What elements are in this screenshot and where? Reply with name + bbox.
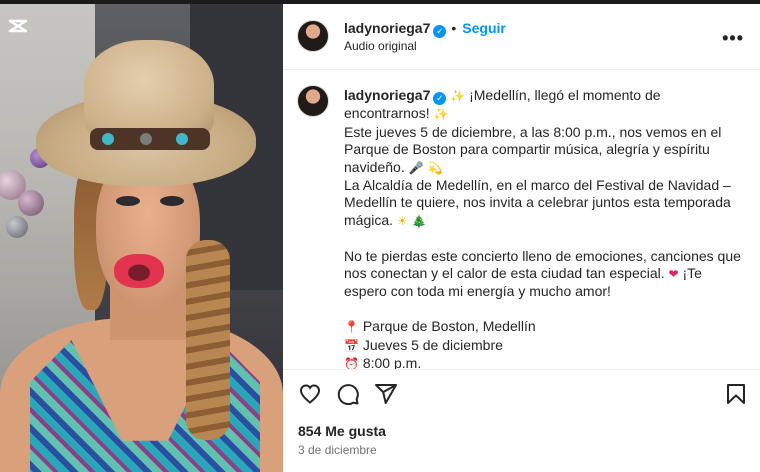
username[interactable]: ladynoriega7 bbox=[344, 20, 430, 36]
separator-dot: • bbox=[451, 20, 457, 36]
capcut-icon bbox=[8, 18, 28, 34]
event-location: Parque de Boston, Medellín bbox=[362, 318, 536, 335]
caption-paragraph-1: ladynoriega7 ✓ ✨ ¡Medellín, llegó el mome… bbox=[344, 87, 744, 124]
caption-area: ladynoriega7 ✓ ✨ ¡Medellín, llegó el mome… bbox=[283, 71, 760, 369]
cowboy-hat-crown bbox=[84, 40, 214, 140]
caption-line-4: No te pierdas este concierto lleno de em… bbox=[344, 247, 741, 282]
christmas-ornament bbox=[6, 216, 28, 238]
sparkles-icon: ✨ bbox=[450, 89, 466, 103]
comment-icon[interactable] bbox=[336, 382, 360, 406]
left-eye bbox=[116, 196, 140, 206]
hat-band-gem bbox=[102, 133, 114, 145]
caption-username[interactable]: ladynoriega7 bbox=[344, 87, 430, 103]
caption: ladynoriega7 ✓ ✨ ¡Medellín, llegó el mome… bbox=[344, 87, 744, 369]
like-count[interactable]: 854 Me gusta bbox=[298, 423, 386, 439]
avatar[interactable] bbox=[297, 20, 329, 52]
dizzy-icon: 💫 bbox=[427, 160, 443, 175]
post-header: ladynoriega7 ✓ • Seguir Audio original ••• bbox=[283, 4, 760, 70]
media-top-bar bbox=[0, 0, 283, 4]
caption-line-2: Este jueves 5 de diciembre, a las 8:00 p… bbox=[344, 123, 722, 175]
event-day-row: 📅 Jueves 5 de diciembre bbox=[344, 337, 744, 355]
microphone-icon: 🎤 bbox=[408, 160, 424, 175]
share-icon[interactable] bbox=[374, 382, 398, 406]
header-name-row: ladynoriega7 ✓ • Seguir bbox=[344, 20, 506, 38]
caption-paragraph-2: Este jueves 5 de diciembre, a las 8:00 p… bbox=[344, 124, 744, 177]
bookmark-icon[interactable] bbox=[724, 382, 748, 406]
event-location-row: 📍 Parque de Boston, Medellín bbox=[344, 318, 744, 336]
like-heart-icon[interactable] bbox=[298, 382, 322, 406]
lips bbox=[114, 254, 164, 288]
post-details-panel: ladynoriega7 ✓ • Seguir Audio original ••• … bbox=[283, 0, 760, 472]
follow-button[interactable]: Seguir bbox=[462, 20, 506, 36]
calendar-icon: 📅 bbox=[344, 338, 359, 353]
post-date[interactable]: 3 de diciembre bbox=[298, 443, 377, 457]
more-options-icon[interactable]: ••• bbox=[722, 28, 744, 49]
event-day: Jueves 5 de diciembre bbox=[362, 336, 503, 353]
alarm-clock-icon: ⏰ bbox=[344, 357, 359, 369]
braid bbox=[186, 240, 230, 440]
audio-label[interactable]: Audio original bbox=[344, 39, 417, 53]
hat-band-gem bbox=[140, 133, 152, 145]
verified-badge-icon: ✓ bbox=[433, 92, 447, 105]
caption-paragraph-4: No te pierdas este concierto lleno de em… bbox=[344, 248, 744, 301]
pin-icon: 📍 bbox=[344, 320, 359, 335]
caption-paragraph-3: La Alcaldía de Medellín, en el marco del… bbox=[344, 177, 744, 230]
event-time-row: ⏰ 8:00 p.m. bbox=[344, 355, 744, 369]
christmas-tree-icon: 🎄 bbox=[411, 213, 427, 228]
post-actions: 854 Me gusta 3 de diciembre bbox=[283, 369, 760, 472]
event-time: 8:00 p.m. bbox=[362, 355, 422, 369]
heart-emoji-icon: ❤ bbox=[668, 267, 679, 282]
caption-avatar[interactable] bbox=[297, 85, 329, 117]
christmas-ornament bbox=[18, 190, 44, 216]
verified-badge-icon: ✓ bbox=[433, 25, 447, 38]
sparkles-icon: ✨ bbox=[433, 107, 449, 122]
post-media[interactable] bbox=[0, 0, 283, 472]
sun-icon: ☀ bbox=[396, 213, 408, 228]
hat-band-gem bbox=[176, 133, 188, 145]
right-eye bbox=[160, 196, 184, 206]
